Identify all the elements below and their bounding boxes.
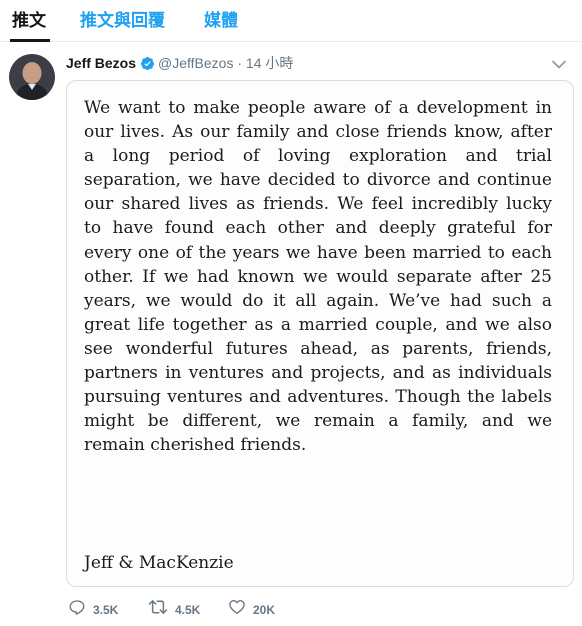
tab-tweets[interactable]: 推文 <box>12 11 46 31</box>
letter-signature: Jeff & MacKenzie <box>84 553 234 573</box>
active-tab-indicator <box>10 39 50 42</box>
reply-button[interactable]: 3.5K <box>68 598 118 621</box>
author-handle[interactable]: @JeffBezos <box>158 55 233 71</box>
header-separator: · <box>237 55 243 71</box>
reply-icon <box>68 598 86 621</box>
tweet-image[interactable]: We want to make people aware of a develo… <box>66 80 574 587</box>
reply-count: 3.5K <box>93 602 119 617</box>
tweet-timestamp[interactable]: 14 小時 <box>246 55 293 71</box>
retweet-button[interactable]: 4.5K <box>148 598 200 621</box>
like-button[interactable]: 20K <box>228 598 275 621</box>
chevron-down-icon[interactable] <box>552 56 566 74</box>
author-name[interactable]: Jeff Bezos <box>66 55 136 71</box>
tab-tweets-and-replies[interactable]: 推文與回覆 <box>80 11 165 31</box>
avatar[interactable] <box>9 54 55 100</box>
avatar-image <box>9 54 55 100</box>
retweet-count: 4.5K <box>175 602 201 617</box>
heart-icon <box>228 598 246 621</box>
retweet-icon <box>148 598 168 621</box>
verified-badge-icon <box>140 56 155 76</box>
tweet-actions: 3.5K 4.5K 20K <box>66 598 574 618</box>
like-count: 20K <box>253 602 276 617</box>
tab-media[interactable]: 媒體 <box>204 11 238 31</box>
letter-text: We want to make people aware of a develo… <box>84 98 552 456</box>
tweet-header: Jeff Bezos @JeffBezos · 14 小時 <box>66 53 293 73</box>
profile-tabs: 推文 推文與回覆 媒體 <box>0 0 582 42</box>
